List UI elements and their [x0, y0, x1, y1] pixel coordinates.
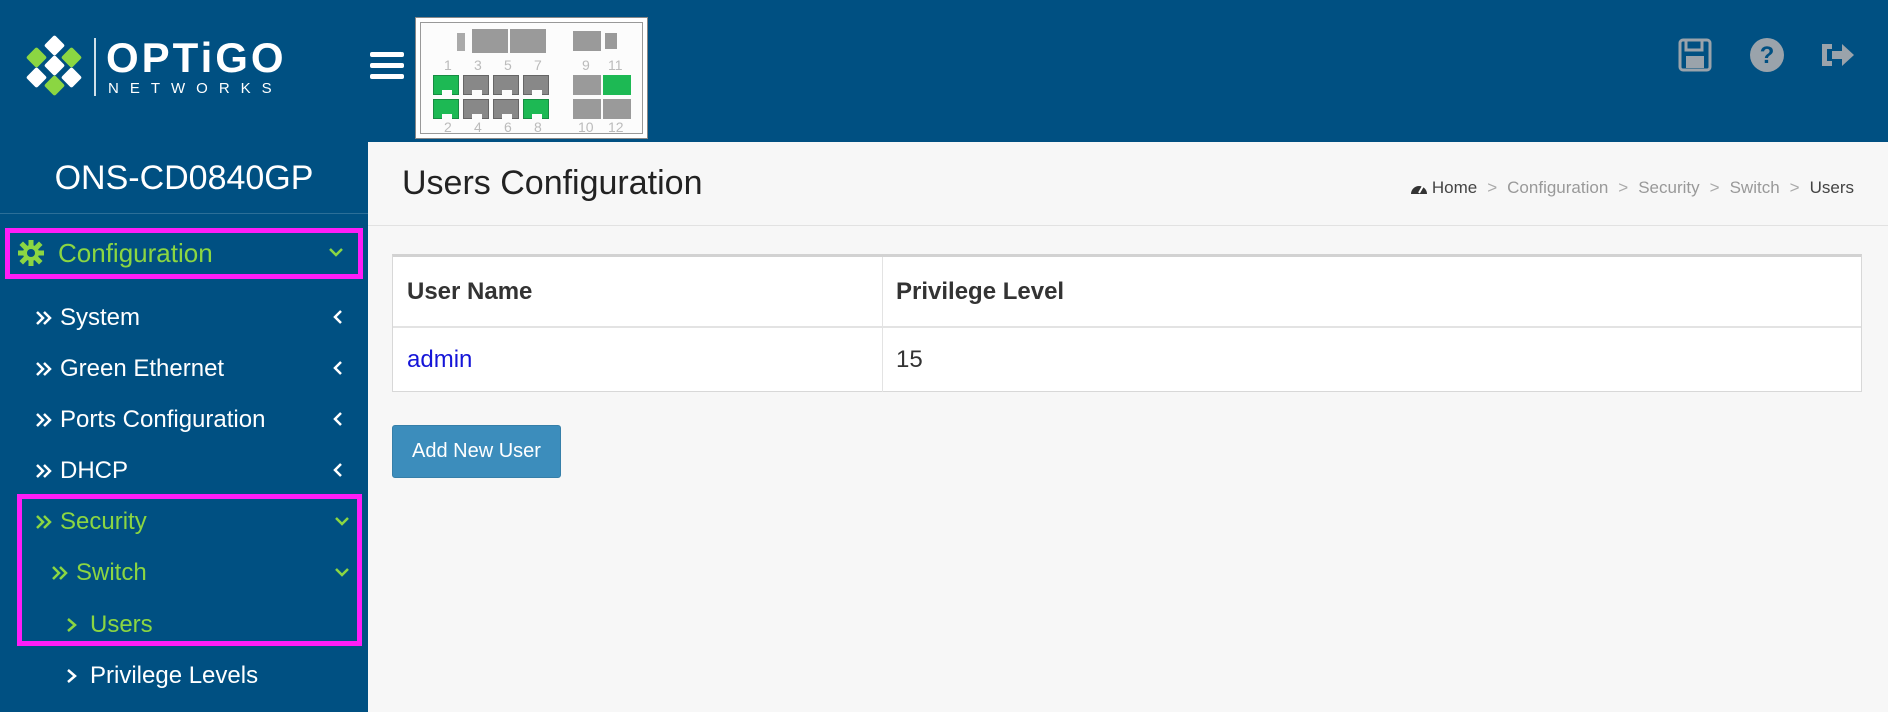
port-number: 10 [578, 119, 594, 135]
port-7[interactable] [523, 75, 549, 95]
chevron-down-icon [329, 248, 343, 257]
port-2[interactable] [433, 99, 459, 119]
sidebar-item-label: Configuration [58, 237, 213, 268]
device-port-panel[interactable]: 1 3 5 7 9 11 2 4 6 8 10 12 [415, 17, 648, 139]
port-sfp-top [573, 31, 601, 51]
double-chevron-right-icon [36, 362, 52, 376]
port-number: 3 [474, 57, 482, 73]
breadcrumb-switch[interactable]: Switch [1730, 178, 1780, 198]
sidebar-item-system[interactable]: System [0, 293, 368, 343]
sidebar-item-label: Users [90, 611, 153, 638]
sidebar-item-users[interactable]: Users [0, 600, 368, 650]
chevron-down-icon [335, 517, 349, 526]
top-header: OPTiGO NETWORKS 1 3 5 7 9 11 2 4 6 8 10 … [0, 0, 1888, 142]
sidebar-item-dhcp[interactable]: DHCP [0, 446, 368, 496]
sidebar-item-label: Privilege Levels [90, 662, 259, 689]
page-title: Users Configuration [402, 164, 703, 202]
breadcrumb-current: Users [1809, 178, 1854, 197]
port-number: 9 [582, 57, 590, 73]
brand-logo[interactable]: OPTiGO NETWORKS [25, 32, 287, 102]
sidebar-item-security[interactable]: Security [0, 497, 368, 547]
port-number: 1 [444, 57, 452, 73]
add-new-user-button[interactable]: Add New User [392, 425, 561, 478]
header-divider [393, 326, 1861, 328]
port-number: 2 [444, 119, 452, 135]
port-8[interactable] [523, 99, 549, 119]
led-indicator [457, 33, 465, 51]
sidebar-item-label: Security [60, 508, 147, 535]
logo-mark-icon [25, 34, 84, 98]
brand-subtitle: NETWORKS [108, 80, 283, 97]
breadcrumb-separator: > [1487, 178, 1498, 197]
column-header-user-name: User Name [407, 278, 533, 305]
gear-icon [18, 240, 44, 266]
svg-text:?: ? [1760, 42, 1775, 69]
breadcrumb-security[interactable]: Security [1638, 178, 1699, 198]
double-chevron-right-icon [36, 515, 52, 529]
port-number: 8 [534, 119, 542, 135]
chevron-left-icon [333, 463, 342, 477]
chevron-left-icon [333, 361, 342, 375]
breadcrumb-configuration[interactable]: Configuration [1507, 178, 1608, 198]
sidebar-item-green-ethernet[interactable]: Green Ethernet [0, 344, 368, 394]
chevron-right-icon [67, 618, 77, 632]
breadcrumb-separator: > [1618, 178, 1629, 197]
port-4[interactable] [463, 99, 489, 119]
logout-icon[interactable] [1818, 36, 1856, 74]
port-number: 5 [504, 57, 512, 73]
port-number: 4 [474, 119, 482, 135]
sidebar-item-privilege-levels[interactable]: Privilege Levels [0, 651, 368, 701]
sidebar-item-ports-configuration[interactable]: Ports Configuration [0, 395, 368, 445]
port-1[interactable] [433, 75, 459, 95]
port-6[interactable] [493, 99, 519, 119]
users-table: User Name Privilege Level admin 15 [392, 254, 1862, 392]
double-chevron-right-icon [36, 464, 52, 478]
save-icon[interactable] [1676, 36, 1714, 74]
breadcrumb-separator: > [1709, 178, 1720, 197]
breadcrumb-label: Home [1431, 178, 1478, 197]
sidebar-item-label: DHCP [60, 457, 129, 484]
sidebar-item-label: Green Ethernet [60, 355, 225, 382]
chevron-right-icon [67, 669, 77, 683]
double-chevron-right-icon [52, 566, 68, 580]
port-number: 12 [608, 119, 624, 135]
status-led-block [605, 33, 617, 49]
privilege-level-value: 15 [896, 346, 923, 373]
port-number: 6 [504, 119, 512, 135]
sidebar-item-switch[interactable]: Switch [0, 548, 368, 598]
sidebar-item-configuration[interactable]: Configuration [0, 228, 368, 278]
column-divider [882, 257, 883, 392]
breadcrumb-separator: > [1789, 178, 1800, 197]
status-led-block [472, 29, 508, 53]
sidebar-item-label: Switch [76, 559, 147, 586]
dashboard-icon [1410, 185, 1427, 194]
chevron-down-icon [335, 568, 349, 577]
user-link-admin[interactable]: admin [407, 346, 472, 374]
double-chevron-right-icon [36, 311, 52, 325]
port-5[interactable] [493, 75, 519, 95]
logo-divider [94, 38, 96, 96]
chevron-left-icon [333, 412, 342, 426]
content-header: Users Configuration Home > Configuration… [368, 142, 1888, 226]
menu-toggle-icon[interactable] [370, 52, 404, 80]
breadcrumb: Home > Configuration > Security > Switch… [1409, 178, 1854, 198]
chevron-left-icon [333, 310, 342, 324]
port-3[interactable] [463, 75, 489, 95]
breadcrumb-home[interactable]: Home [1409, 178, 1477, 198]
help-icon[interactable]: ? [1748, 36, 1786, 74]
port-12[interactable] [603, 99, 631, 119]
brand-name: OPTiGO [106, 34, 287, 81]
port-11[interactable] [603, 75, 631, 95]
status-led-block [510, 29, 546, 53]
sidebar-item-label: Ports Configuration [60, 406, 266, 433]
port-number: 7 [534, 57, 542, 73]
device-name: ONS-CD0840GP [0, 142, 368, 214]
port-9[interactable] [573, 75, 601, 95]
double-chevron-right-icon [36, 413, 52, 427]
port-10[interactable] [573, 99, 601, 119]
port-number: 11 [608, 57, 623, 73]
column-header-privilege-level: Privilege Level [896, 278, 1065, 305]
sidebar-item-label: System [60, 304, 141, 331]
